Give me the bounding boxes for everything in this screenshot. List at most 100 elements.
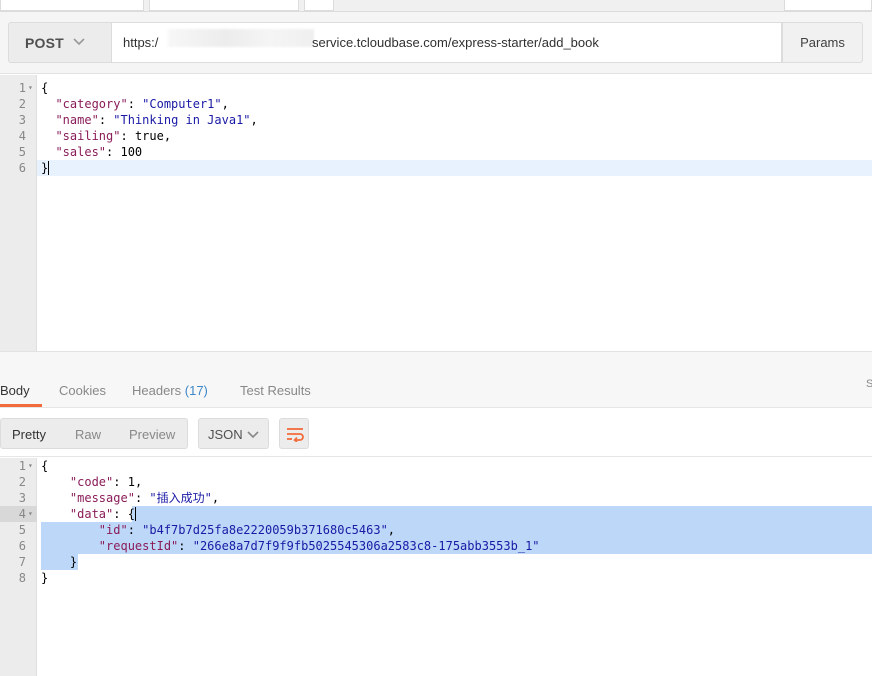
view-raw-button[interactable]: Raw bbox=[75, 427, 101, 442]
request-body-editor[interactable]: 1 ▾ {2 "category": "Computer1", 3 "name": "… bbox=[0, 75, 872, 351]
request-tab-strip bbox=[0, 0, 872, 12]
line-number: 1 bbox=[18, 459, 26, 473]
line-number: 4 bbox=[18, 507, 26, 521]
line-number: 4 bbox=[18, 129, 26, 143]
tab-body[interactable]: Body bbox=[0, 383, 30, 398]
json-key: "requestId" bbox=[98, 539, 179, 553]
json-string: "Thinking in Java1" bbox=[113, 113, 251, 127]
tab-test-results[interactable]: Test Results bbox=[240, 383, 311, 398]
json-token: { bbox=[41, 81, 49, 95]
json-token: , bbox=[250, 113, 258, 127]
fold-arrow-icon[interactable]: ▾ bbox=[28, 80, 33, 96]
truncated-label: S bbox=[866, 378, 872, 390]
view-mode-toggle: Pretty Raw Preview bbox=[0, 418, 188, 449]
url-prefix: https:/ bbox=[123, 35, 159, 50]
active-line-highlight bbox=[37, 160, 872, 176]
json-string: "插入成功" bbox=[149, 491, 212, 505]
json-key: "sales" bbox=[55, 145, 107, 159]
request-bar: POST https:/ service.tcloudbase.com/expr… bbox=[0, 12, 872, 74]
text-cursor bbox=[135, 507, 136, 521]
chevron-down-icon bbox=[247, 431, 259, 439]
json-key: "name" bbox=[55, 113, 99, 127]
json-token: : 1, bbox=[113, 475, 143, 489]
line-number: 2 bbox=[18, 97, 26, 111]
json-token: , bbox=[163, 129, 172, 143]
json-token: : bbox=[120, 129, 135, 143]
selection-highlight bbox=[132, 506, 872, 522]
code-line: "data": { bbox=[41, 506, 135, 522]
json-token: : bbox=[178, 539, 193, 553]
fold-arrow-icon[interactable]: ▾ bbox=[28, 506, 33, 522]
json-token: : { bbox=[113, 507, 135, 521]
postman-window: POST https:/ service.tcloudbase.com/expr… bbox=[0, 0, 872, 676]
line-number: 3 bbox=[18, 491, 26, 505]
json-token: , bbox=[211, 491, 220, 505]
code-line: "sales": 100 bbox=[41, 144, 142, 160]
format-label: JSON bbox=[208, 427, 243, 442]
wrap-lines-button[interactable] bbox=[279, 418, 309, 449]
code-line: } bbox=[41, 554, 77, 570]
url-suffix: service.tcloudbase.com/express-starter/a… bbox=[312, 35, 599, 50]
method-select[interactable]: POST bbox=[8, 22, 111, 63]
text-cursor bbox=[48, 161, 49, 175]
code-line: "id": "b4f7b7d25fa8e2220059b371680c5463"… bbox=[41, 522, 395, 538]
request-tab-3[interactable] bbox=[304, 0, 334, 11]
request-tab-2[interactable] bbox=[149, 0, 299, 11]
line-number: 6 bbox=[18, 539, 26, 553]
view-pretty-button[interactable]: Pretty bbox=[12, 427, 46, 442]
json-token: } bbox=[41, 555, 78, 569]
code-line: "requestId": "266e8a7d7f9f9fb5025545306a… bbox=[41, 538, 540, 554]
line-number: 6 bbox=[18, 161, 26, 175]
request-tab-1[interactable] bbox=[0, 0, 144, 11]
line-number: 7 bbox=[18, 555, 26, 569]
json-key: "id" bbox=[98, 523, 128, 537]
json-token: , bbox=[221, 97, 229, 111]
chevron-down-icon bbox=[73, 38, 85, 46]
method-label: POST bbox=[25, 35, 64, 51]
json-key: "code" bbox=[69, 475, 114, 489]
code-line: "sailing": true, bbox=[41, 128, 171, 144]
code-line: { bbox=[41, 80, 48, 96]
view-preview-button[interactable]: Preview bbox=[129, 427, 175, 442]
format-select[interactable]: JSON bbox=[198, 418, 269, 449]
url-input[interactable]: https:/ service.tcloudbase.com/express-s… bbox=[111, 22, 782, 63]
line-number: 3 bbox=[18, 113, 26, 127]
line-number: 8 bbox=[18, 571, 26, 585]
code-line: } bbox=[41, 570, 48, 586]
response-view-toolbar: Pretty Raw Preview JSON bbox=[0, 407, 872, 457]
json-string: "266e8a7d7f9f9fb5025545306a2583c8-175abb… bbox=[192, 539, 540, 553]
line-number: 2 bbox=[18, 475, 26, 489]
code-line: "code": 1, bbox=[41, 474, 142, 490]
json-token: : bbox=[127, 523, 143, 537]
request-tab-4[interactable] bbox=[784, 0, 872, 11]
code-line: "category": "Computer1", bbox=[41, 96, 229, 112]
response-body-viewer[interactable]: 1 ▾{2 "code": 1, 3 "message": "插入成功", 4 ▾ "d… bbox=[0, 458, 872, 676]
fold-arrow-icon[interactable]: ▾ bbox=[28, 458, 33, 474]
json-token: : bbox=[106, 145, 121, 159]
code-line: "name": "Thinking in Java1", bbox=[41, 112, 258, 128]
json-token: } bbox=[41, 571, 49, 585]
json-token: : bbox=[98, 113, 114, 127]
line-number: 1 bbox=[18, 81, 26, 95]
tab-headers[interactable]: Headers (17) bbox=[132, 383, 208, 398]
wrap-lines-icon bbox=[287, 428, 304, 442]
line-number: 5 bbox=[18, 145, 26, 159]
tab-cookies[interactable]: Cookies bbox=[59, 383, 106, 398]
code-line: { bbox=[41, 458, 48, 474]
tab-headers-label: Headers bbox=[132, 383, 182, 398]
json-string: "Computer1" bbox=[142, 97, 222, 111]
json-key: "category" bbox=[55, 97, 128, 111]
json-key: "message" bbox=[69, 491, 135, 505]
params-button[interactable]: Params bbox=[782, 22, 863, 63]
code-line: "message": "插入成功", bbox=[41, 490, 219, 506]
line-number: 5 bbox=[18, 523, 26, 537]
redacted-url-segment bbox=[168, 29, 314, 47]
